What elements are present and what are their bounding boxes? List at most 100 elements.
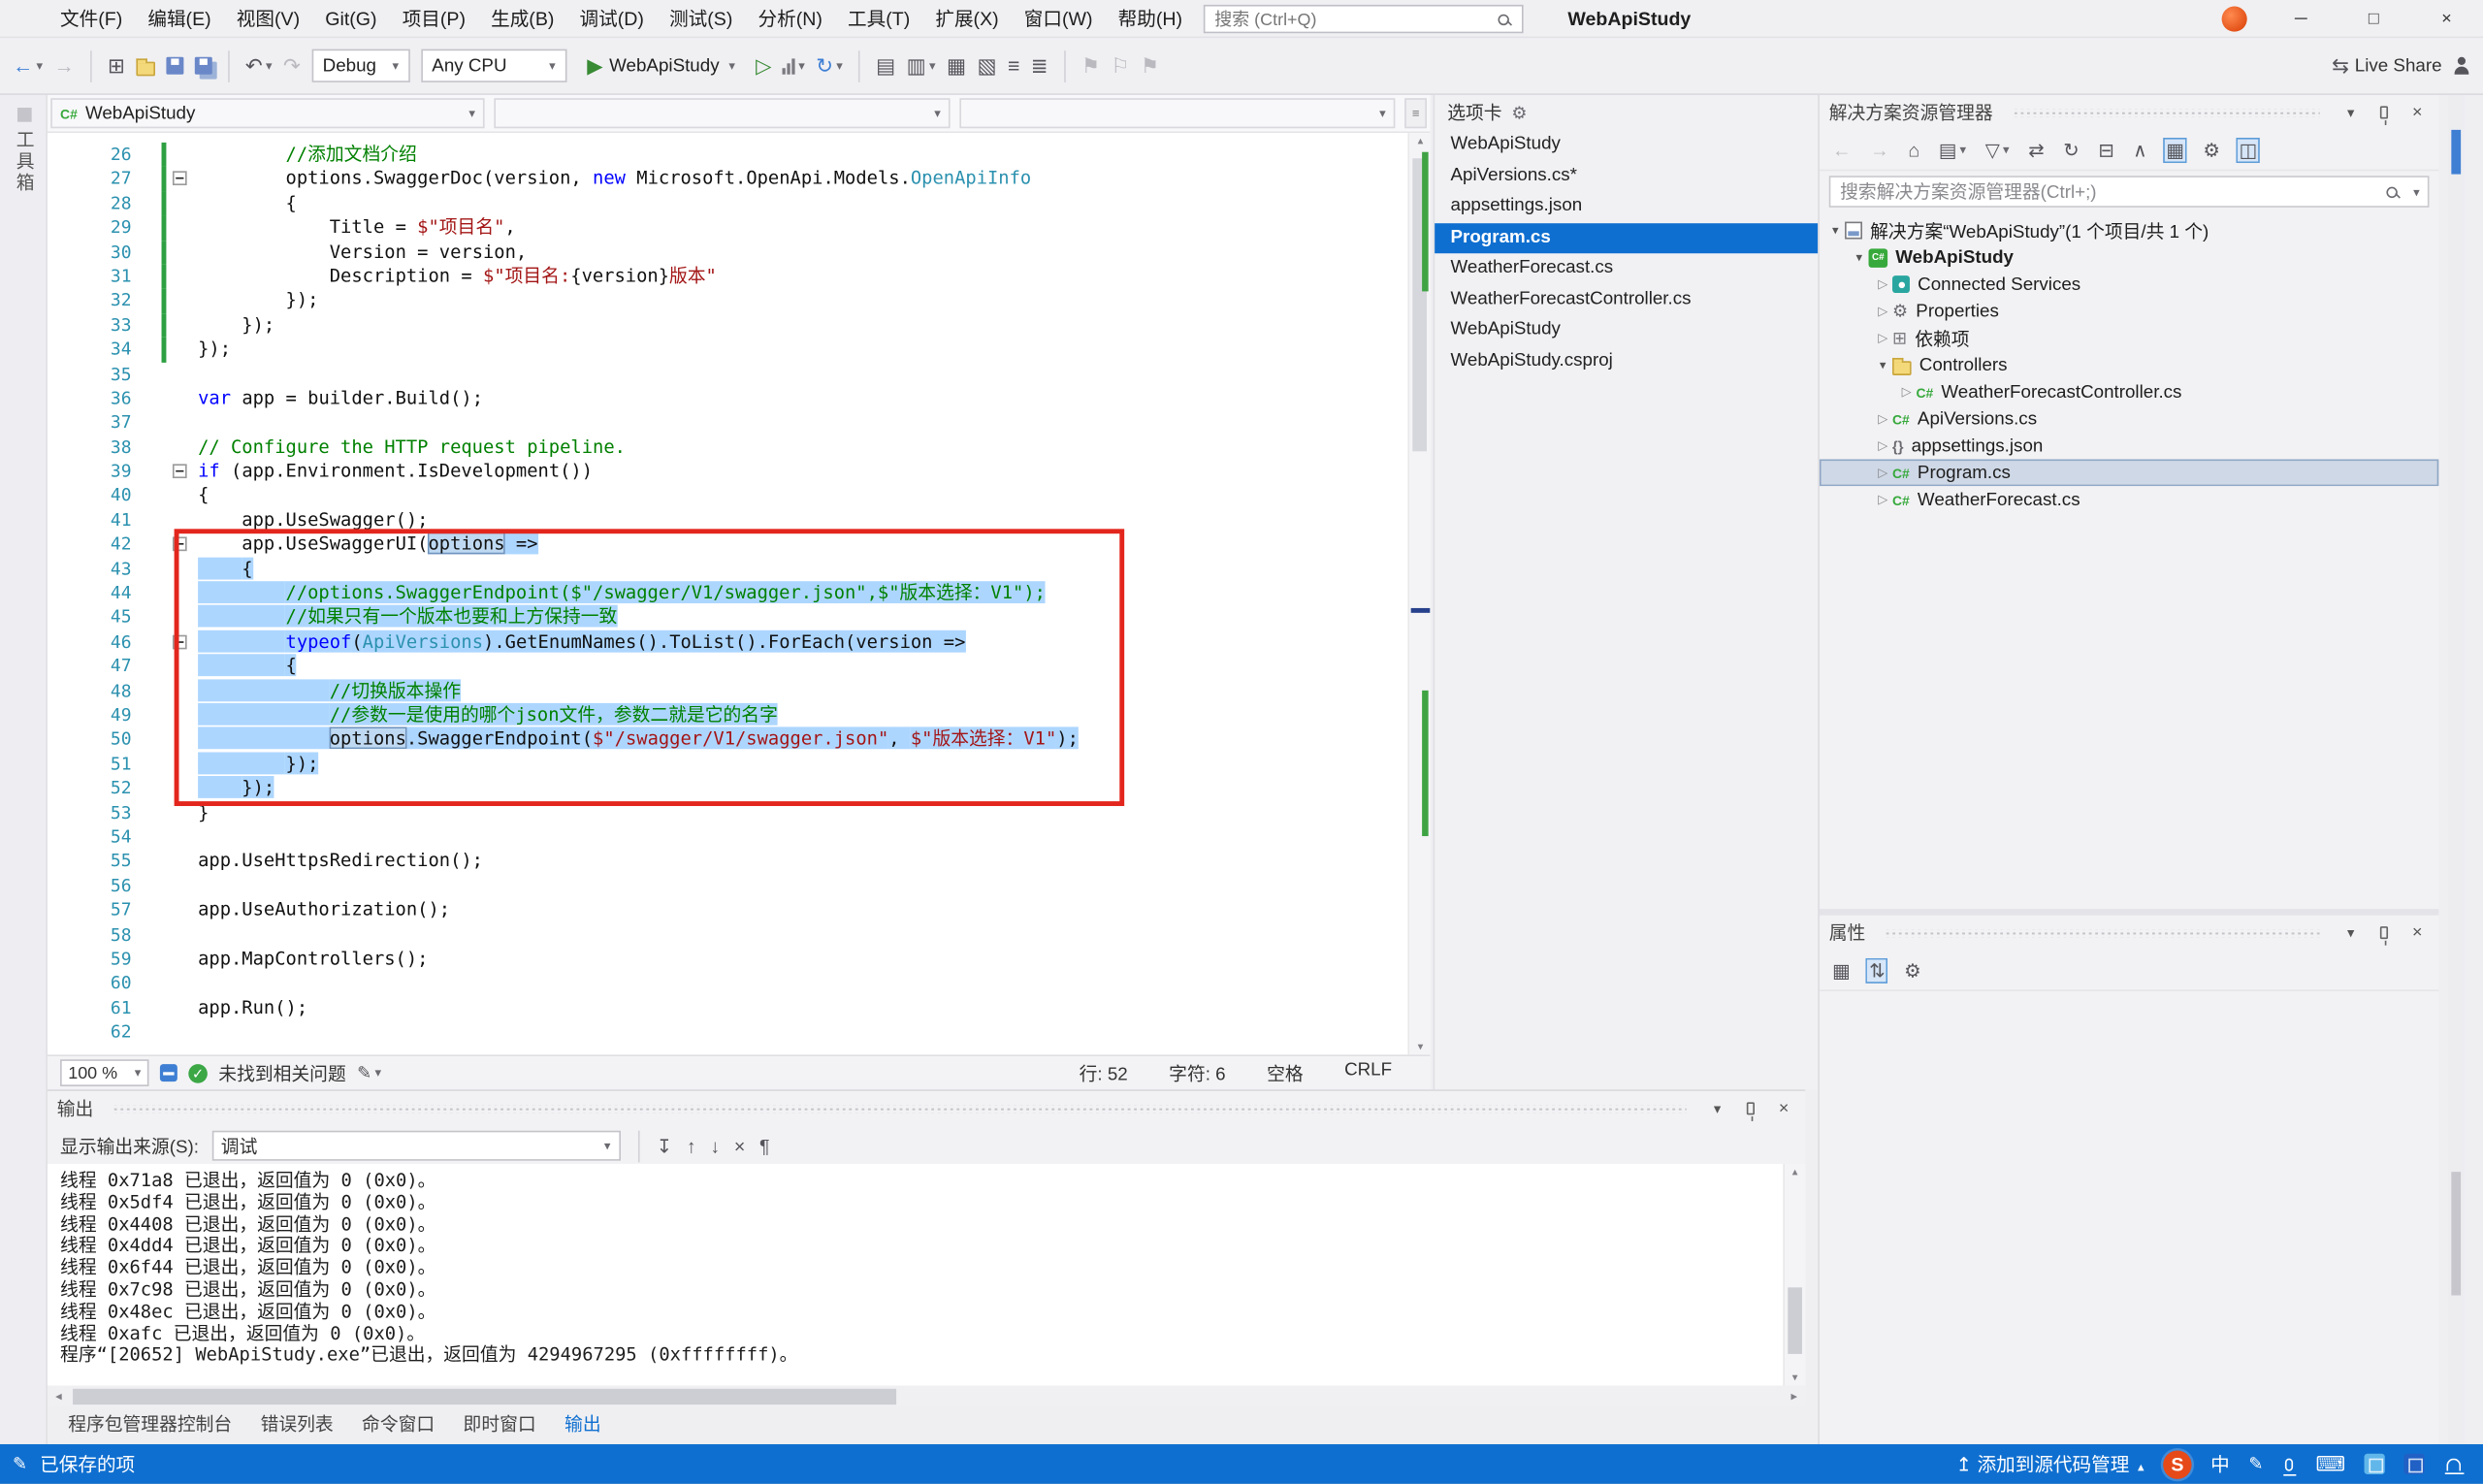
menu-item[interactable]: 调试(D) [566, 0, 657, 37]
output-source-dropdown[interactable]: 调试▾ [211, 1131, 620, 1161]
forward-icon[interactable]: → [1867, 137, 1892, 162]
scroll-down-icon[interactable]: ▾ [1785, 1371, 1805, 1384]
code-line[interactable]: 62 [48, 1020, 1430, 1045]
tree-item[interactable]: ▾C#WebApiStudy [1820, 243, 2438, 271]
output-console[interactable]: 线程 0x71a8 已退出，返回值为 0 (0x0)。线程 0x5df4 已退出… [48, 1164, 1805, 1386]
switch-views-icon[interactable]: ▤▾ [1936, 137, 1970, 162]
output-horizontal-scrollbar[interactable]: ◂ ▸ [48, 1386, 1805, 1408]
preview-selected-items-icon[interactable]: ◫ [2236, 137, 2260, 162]
scroll-indicator-blue[interactable] [2451, 130, 2461, 175]
window-scroll-strip[interactable] [2448, 95, 2464, 1444]
tree-item[interactable]: ▷⚙Properties [1820, 298, 2438, 325]
save-all-icon[interactable] [195, 57, 212, 75]
code-line[interactable]: 57app.UseAuthorization(); [48, 898, 1430, 922]
new-item-icon[interactable]: ⊞ [108, 48, 125, 83]
home-icon[interactable]: ⌂ [1905, 137, 1922, 162]
menu-item[interactable]: 工具(T) [835, 0, 922, 37]
tree-item[interactable]: ▷C#ApiVersions.cs [1820, 405, 2438, 433]
code-line[interactable]: 49 //参数一是使用的哪个json文件，参数二就是它的名字 [48, 703, 1430, 727]
chevron-down-icon[interactable]: ▾ [2413, 184, 2420, 199]
close-icon[interactable]: × [2405, 103, 2429, 122]
code-line[interactable]: 47 { [48, 655, 1430, 679]
menu-item[interactable]: 测试(S) [657, 0, 745, 37]
indent-increase-icon[interactable]: ≡ [1008, 48, 1019, 83]
editor-vertical-scrollbar[interactable]: ▴ ▾ [1407, 133, 1430, 1054]
undo-icon[interactable]: ↶▾ [245, 48, 273, 83]
chevron-collapsed-icon[interactable]: ▷ [1873, 331, 1892, 345]
user-avatar[interactable] [2222, 7, 2247, 32]
tool-window-tab[interactable]: 错误列表 [246, 1406, 347, 1444]
code-line[interactable]: 46 typeof(ApiVersions).GetEnumNames().To… [48, 629, 1430, 654]
collapse-all-icon[interactable]: ∧ [2130, 137, 2150, 162]
app-icon-light-blue[interactable] [2365, 1454, 2385, 1474]
navigate-back-icon[interactable]: ←▾ [13, 48, 43, 83]
chevron-collapsed-icon[interactable]: ▷ [1873, 304, 1892, 318]
indent-decrease-icon[interactable]: ≣ [1031, 48, 1048, 83]
scrollbar-thumb[interactable] [1788, 1287, 1802, 1354]
spaces-indicator[interactable]: 空格 [1267, 1060, 1304, 1085]
code-line[interactable]: 27 options.SwaggerDoc(version, new Micro… [48, 167, 1430, 191]
hot-reload-icon[interactable]: ↻▾ [816, 48, 843, 83]
code-line[interactable]: 53} [48, 800, 1430, 824]
tool-window-tab[interactable]: 命令窗口 [347, 1406, 448, 1444]
fold-toggle-icon[interactable] [173, 537, 187, 552]
fold-toggle-icon[interactable] [173, 634, 187, 649]
code-line[interactable]: 33 }); [48, 313, 1430, 338]
s-logo-icon[interactable]: S [2163, 1450, 2191, 1478]
code-line[interactable]: 29 Title = $"项目名", [48, 215, 1430, 240]
app-icon-dark-blue[interactable] [2403, 1454, 2424, 1474]
scroll-left-icon[interactable]: ◂ [48, 1386, 70, 1408]
code-line[interactable]: 37 [48, 410, 1430, 435]
tree-item[interactable]: ▾解决方案“WebApiStudy”(1 个项目/共 1 个) [1820, 217, 2438, 244]
code-line[interactable]: 59app.MapControllers(); [48, 947, 1430, 971]
prev-message-icon[interactable]: ↑ [687, 1135, 696, 1157]
chevron-collapsed-icon[interactable]: ▷ [1873, 277, 1892, 292]
wrench-icon[interactable]: ⚙ [1901, 957, 1924, 983]
code-line[interactable]: 42 app.UseSwaggerUI(options => [48, 532, 1430, 557]
add-to-source-control[interactable]: ↥ 添加到源代码管理 ▴ [1956, 1451, 2144, 1478]
menu-item[interactable]: Git(G) [312, 0, 389, 37]
minimize-button[interactable]: ─ [2265, 0, 2338, 38]
maximize-button[interactable]: □ [2338, 0, 2410, 38]
code-line[interactable]: 48 //切换版本操作 [48, 679, 1430, 703]
chevron-expanded-icon[interactable]: ▾ [1825, 223, 1845, 238]
open-document-item[interactable]: WeatherForecast.cs [1435, 253, 1818, 284]
tree-item[interactable]: ▷⊞依赖项 [1820, 325, 2438, 352]
refresh-icon[interactable]: ↻ [2060, 137, 2082, 162]
chevron-collapsed-icon[interactable]: ▷ [1873, 493, 1892, 507]
code-line[interactable]: 31 Description = $"项目名:{version}版本" [48, 265, 1430, 289]
platform-dropdown[interactable]: Any CPU▾ [421, 49, 566, 82]
code-line[interactable]: 45 //如果只有一个版本也要和上方保持一致 [48, 605, 1430, 629]
tree-item[interactable]: ▷C#Program.cs [1820, 459, 2438, 486]
code-line[interactable]: 61app.Run(); [48, 995, 1430, 1019]
pending-changes-filter-icon[interactable]: ▽▾ [1982, 137, 2012, 162]
save-icon[interactable] [166, 57, 183, 75]
scroll-down-icon[interactable]: ▾ [1409, 1041, 1432, 1053]
nest-files-icon[interactable]: ⊟ [2095, 137, 2117, 162]
chevron-collapsed-icon[interactable]: ▷ [1873, 411, 1892, 426]
scrollbar-thumb[interactable] [73, 1389, 896, 1404]
configuration-dropdown[interactable]: Debug▾ [311, 49, 409, 82]
code-line[interactable]: 51 }); [48, 752, 1430, 776]
ime-indicator[interactable]: 中 [2210, 1451, 2230, 1478]
tree-item[interactable]: ▷C#WeatherForecastController.cs [1820, 378, 2438, 405]
navigate-to-icon[interactable]: ▦ [947, 48, 966, 83]
code-line[interactable]: 35 [48, 362, 1430, 386]
navigate-forward-icon[interactable]: → [54, 48, 75, 83]
menu-item[interactable]: 文件(F) [48, 0, 135, 37]
code-line[interactable]: 38// Configure the HTTP request pipeline… [48, 435, 1430, 459]
open-document-item[interactable]: ApiVersions.cs* [1435, 161, 1818, 192]
start-without-debugging-icon[interactable]: ▷ [756, 48, 771, 83]
comment-icon[interactable]: ▧ [977, 48, 996, 83]
scroll-indicator-gray[interactable] [2451, 1172, 2461, 1295]
tool-window-tab[interactable]: 输出 [550, 1406, 615, 1444]
chevron-collapsed-icon[interactable]: ▷ [1873, 466, 1892, 480]
code-line[interactable]: 60 [48, 971, 1430, 995]
code-line[interactable]: 39if (app.Environment.IsDevelopment()) [48, 460, 1430, 484]
start-debugging-button[interactable]: ▶WebApiStudy▾ [578, 48, 745, 83]
solution-search-box[interactable]: 搜索解决方案资源管理器(Ctrl+;) ▾ [1829, 176, 2430, 208]
code-line[interactable]: 44 //options.SwaggerEndpoint($"/swagger/… [48, 581, 1430, 605]
scroll-up-icon[interactable]: ▴ [1785, 1166, 1805, 1178]
close-icon[interactable]: × [1772, 1099, 1795, 1118]
word-wrap-icon[interactable]: ¶ [759, 1135, 770, 1157]
